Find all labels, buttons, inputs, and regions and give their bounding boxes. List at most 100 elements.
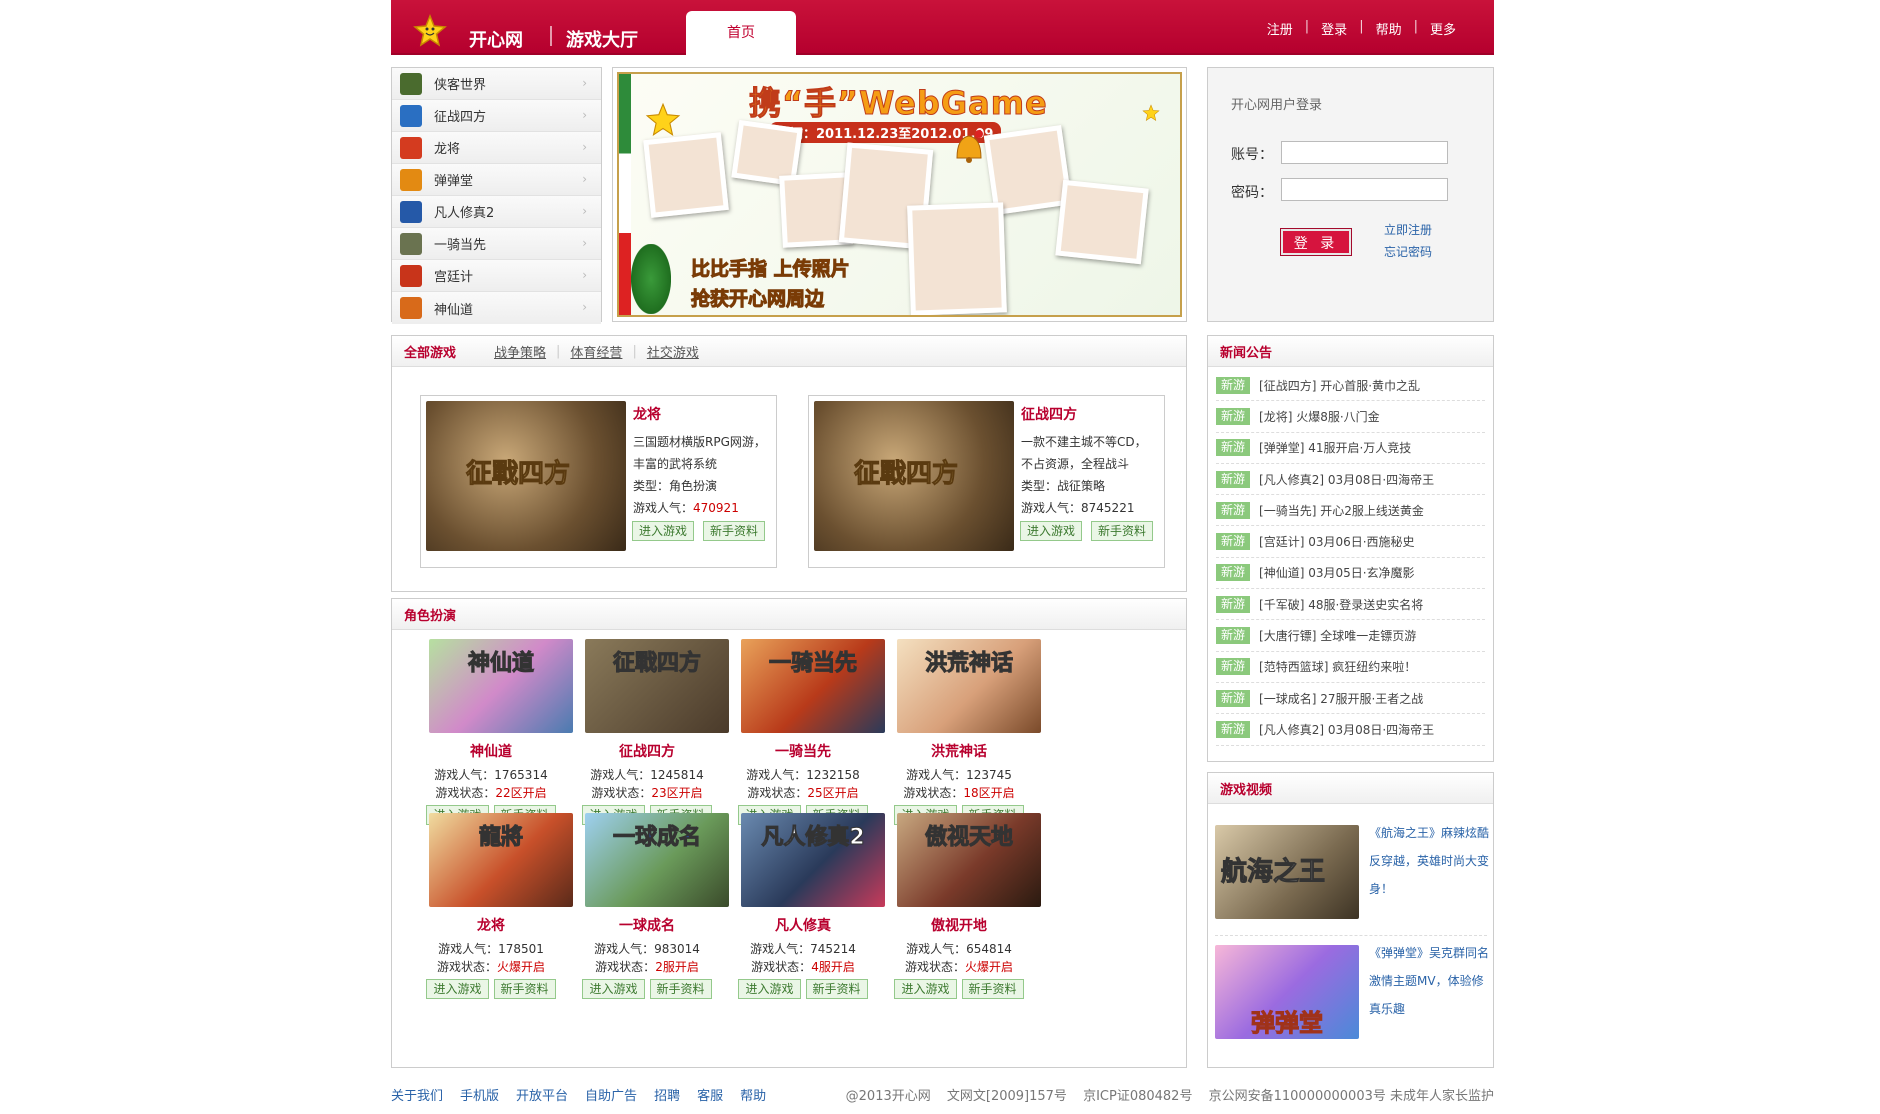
tab-home[interactable]: 首页	[686, 11, 796, 55]
beginner-guide-button[interactable]: 新手资料	[703, 521, 766, 541]
game-cover-image[interactable]: 一球成名	[585, 813, 729, 907]
section-name[interactable]: 游戏大厅	[566, 26, 638, 52]
news-item[interactable]: 新游 [范特西篮球] 疯狂纽约来啦！	[1216, 652, 1485, 683]
enter-game-button[interactable]: 进入游戏	[582, 979, 645, 999]
thumbnail-title: 弹弹堂	[1251, 1009, 1324, 1038]
sidebar-item-fanrenxiuzhen[interactable]: 凡人修真2 ›	[392, 196, 601, 228]
enter-game-button[interactable]: 进入游戏	[632, 521, 695, 541]
game-name[interactable]: 征战四方	[567, 741, 727, 761]
video-caption[interactable]: 《航海之王》麻辣炫酷反穿越，英雄时尚大变身！	[1369, 819, 1489, 903]
status-value: 2服开启	[655, 960, 699, 974]
password-input[interactable]	[1281, 178, 1448, 201]
sidebar-item-gongtingji[interactable]: 宫廷计 ›	[392, 260, 601, 292]
news-item[interactable]: 新游 [凡人修真2] 03月08日·四海帝王	[1216, 464, 1485, 496]
forgot-password-link[interactable]: 忘记密码	[1384, 243, 1432, 260]
game-cover-image[interactable]: 神仙道	[429, 639, 573, 733]
register-link[interactable]: 立即注册	[1384, 221, 1432, 238]
nav-login[interactable]: 登录	[1321, 19, 1347, 38]
sidebar-item-yiqidangxian[interactable]: 一骑当先 ›	[392, 228, 601, 260]
sidebar-item-label: 龙将	[434, 142, 461, 157]
enter-game-button[interactable]: 进入游戏	[1020, 521, 1083, 541]
news-item[interactable]: 新游 [弹弹堂] 41服开启·万人竞技	[1216, 433, 1485, 464]
promo-banner[interactable]: 携“手”WebGame 时间：2011.12.23至2012.01.09 比比手…	[612, 67, 1187, 322]
news-item[interactable]: 新游 [征战四方] 开心首服·黄巾之乱	[1216, 370, 1485, 402]
game-icon	[400, 264, 422, 287]
game-name[interactable]: 凡人修真	[723, 915, 883, 935]
footer-link[interactable]: 关于我们	[391, 1085, 443, 1104]
news-item[interactable]: 新游 [一球成名] 27服开服·王者之战	[1216, 683, 1485, 715]
game-cover-image[interactable]: 洪荒神话	[897, 639, 1041, 733]
game-name[interactable]: 龙将	[411, 915, 571, 935]
news-item[interactable]: 新游 [龙将] 火爆8服·八门金	[1216, 401, 1485, 433]
copyright-text: @2013开心网	[845, 1089, 931, 1104]
beginner-guide-button[interactable]: 新手资料	[805, 979, 868, 999]
news-item[interactable]: 新游 [凡人修真2] 03月08日·四海帝王	[1216, 714, 1485, 746]
game-cover-image[interactable]: 傲视天地	[897, 813, 1041, 907]
video-thumbnail[interactable]: 弹弹堂	[1215, 945, 1359, 1039]
news-item[interactable]: 新游 [千军破] 48服·登录送史实名将	[1216, 589, 1485, 621]
game-name[interactable]: 傲视开地	[879, 915, 1039, 935]
featured-game-name[interactable]: 龙将	[633, 404, 661, 424]
enter-game-button[interactable]: 进入游戏	[426, 979, 489, 999]
logo-divider	[550, 26, 552, 46]
game-name[interactable]: 一骑当先	[723, 741, 883, 761]
game-name[interactable]: 洪荒神话	[879, 741, 1039, 761]
game-name[interactable]: 一球成名	[567, 915, 727, 935]
new-game-badge: 新游	[1216, 470, 1251, 488]
featured-game-name[interactable]: 征战四方	[1021, 404, 1077, 424]
news-item[interactable]: 新游 [一骑当先] 开心2服上线送黄金	[1216, 495, 1485, 527]
beginner-guide-button[interactable]: 新手资料	[493, 979, 556, 999]
footer-link[interactable]: 招聘	[654, 1085, 680, 1104]
game-cover-image[interactable]: 征戰四方	[585, 639, 729, 733]
sidebar-item-shenxiandao[interactable]: 神仙道 ›	[392, 292, 601, 324]
game-cover-image[interactable]: 龍將	[429, 813, 573, 907]
video-thumbnail[interactable]: 航海之王	[1215, 825, 1359, 919]
login-button[interactable]: 登 录	[1280, 228, 1352, 256]
tab-war-strategy[interactable]: 战争策略	[494, 342, 546, 361]
featured-popularity: 游戏人气：470921	[633, 499, 739, 516]
game-popularity: 游戏人气：745214	[750, 942, 856, 956]
sidebar-item-label: 神仙道	[434, 302, 474, 318]
sidebar-item-zhengzhansifang[interactable]: 征战四方 ›	[392, 100, 601, 132]
cover-title: 龍將	[478, 825, 523, 851]
sidebar-item-longjiang[interactable]: 龙将 ›	[392, 132, 601, 164]
game-cover-image[interactable]: 凡人修真2	[741, 813, 885, 907]
footer-link[interactable]: 帮助	[740, 1085, 766, 1104]
footer-link[interactable]: 开放平台	[516, 1085, 568, 1104]
popularity-value: 8745221	[1081, 501, 1135, 515]
game-icon	[400, 232, 422, 255]
video-caption[interactable]: 《弹弹堂》吴克群同名激情主题MV，体验修真乐趣	[1369, 939, 1489, 1023]
enter-game-button[interactable]: 进入游戏	[738, 979, 801, 999]
account-input[interactable]	[1281, 141, 1448, 164]
news-item[interactable]: 新游 [大唐行镖] 全球唯一走镖页游	[1216, 620, 1485, 652]
sidebar-item-label: 凡人修真2	[434, 206, 495, 221]
beginner-guide-button[interactable]: 新手资料	[961, 979, 1024, 999]
sidebar-item-label: 侠客世界	[434, 78, 487, 93]
sidebar-item-dandantang[interactable]: 弹弹堂 ›	[392, 164, 601, 196]
news-text: [神仙道] 03月05日·玄净魔影	[1259, 566, 1415, 581]
news-item[interactable]: 新游 [神仙道] 03月05日·玄净魔影	[1216, 558, 1485, 590]
tab-social[interactable]: 社交游戏	[647, 342, 699, 361]
status-value: 火爆开启	[965, 960, 1014, 974]
nav-more[interactable]: 更多	[1430, 19, 1456, 38]
status-label: 游戏状态：	[903, 786, 964, 800]
site-name[interactable]: 开心网	[469, 26, 523, 52]
enter-game-button[interactable]: 进入游戏	[894, 979, 957, 999]
tab-all-games[interactable]: 全部游戏	[404, 342, 456, 361]
nav-register[interactable]: 注册	[1267, 19, 1293, 38]
tab-sports[interactable]: 体育经营	[570, 342, 622, 361]
footer-link[interactable]: 自助广告	[585, 1085, 637, 1104]
footer-link[interactable]: 手机版	[460, 1085, 499, 1104]
beginner-guide-button[interactable]: 新手资料	[649, 979, 712, 999]
game-popularity: 游戏人气：1245814	[590, 768, 704, 782]
news-item[interactable]: 新游 [宫廷计] 03月06日·西施秘史	[1216, 526, 1485, 558]
game-cover-image[interactable]: 征戰四方	[426, 401, 626, 551]
featured-desc: 三国题材横版RPG网游，	[633, 435, 766, 449]
game-cover-image[interactable]: 征戰四方	[814, 401, 1014, 551]
nav-help[interactable]: 帮助	[1376, 19, 1402, 38]
game-name[interactable]: 神仙道	[411, 741, 571, 761]
game-cover-image[interactable]: 一骑当先	[741, 639, 885, 733]
beginner-guide-button[interactable]: 新手资料	[1091, 521, 1154, 541]
footer-link[interactable]: 客服	[697, 1085, 723, 1104]
sidebar-item-xiakeshijie[interactable]: 侠客世界 ›	[392, 68, 601, 100]
